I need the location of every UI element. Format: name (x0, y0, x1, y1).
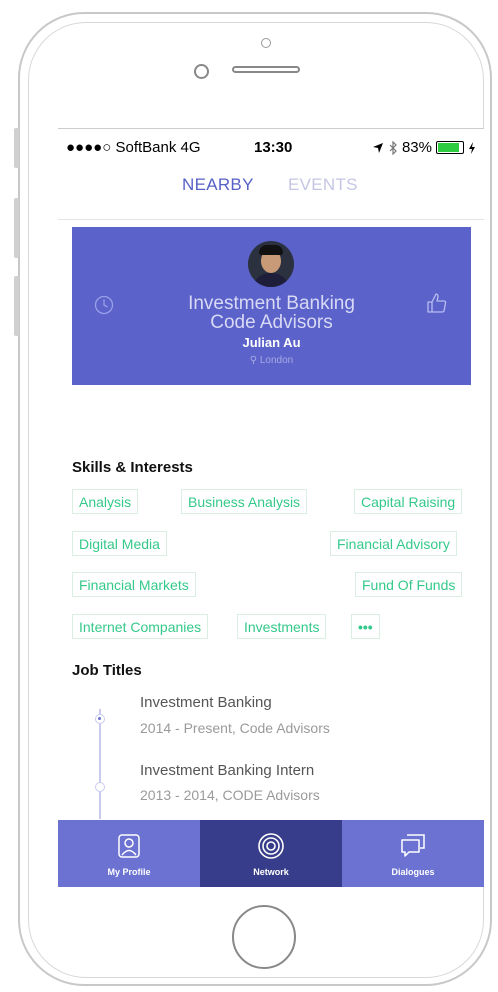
home-button[interactable] (232, 905, 296, 969)
clock-time: 13:30 (254, 139, 293, 156)
dialogues-icon (401, 834, 425, 857)
profile-title-line1: Investment Banking (188, 293, 355, 314)
tab-nearby[interactable]: NEARBY (182, 175, 254, 195)
profile-icon (118, 834, 140, 858)
timeline-dot (95, 782, 105, 792)
battery-icon (436, 141, 464, 154)
carrier-label: ●●●●○ SoftBank 4G (66, 139, 201, 156)
profile-location: ⚲ London (72, 355, 471, 366)
skill-chip[interactable]: Financial Advisory (330, 531, 457, 556)
nav-my-profile[interactable]: My Profile (58, 820, 200, 887)
profile-card[interactable]: Investment Banking Code Advisors Julian … (72, 227, 471, 385)
bluetooth-icon (389, 140, 397, 155)
skill-chip[interactable]: Capital Raising (354, 489, 463, 514)
network-icon (258, 833, 284, 859)
thumbs-up-icon[interactable] (426, 292, 448, 314)
mute-switch (14, 128, 19, 168)
timeline-dot-active (95, 714, 105, 724)
front-camera (194, 64, 209, 79)
nav-dialogues[interactable]: Dialogues (342, 820, 484, 887)
profile-name: Julian Au (242, 335, 301, 350)
avatar (248, 241, 294, 287)
earpiece-speaker (232, 66, 300, 73)
volume-down-button (14, 276, 19, 336)
bottom-nav: My Profile Network Dialogues (58, 820, 484, 887)
location-arrow-icon (372, 142, 383, 153)
timeline-line (99, 709, 101, 819)
top-tabs: NEARBY EVENTS (58, 173, 484, 220)
app-screen: ●●●●○ SoftBank 4G 13:30 83% NEARBY EVENT… (58, 128, 484, 887)
proximity-sensor (261, 38, 271, 48)
skill-chip[interactable]: Analysis (72, 489, 139, 514)
skills-heading: Skills & Interests (72, 459, 193, 476)
skill-chip[interactable]: Business Analysis (181, 489, 308, 514)
job-detail: 2014 - Present, Code Advisors (140, 720, 330, 736)
charging-icon (469, 141, 475, 154)
skill-chip[interactable]: Internet Companies (72, 614, 209, 639)
status-bar: ●●●●○ SoftBank 4G 13:30 83% (58, 129, 484, 165)
skill-chip[interactable]: Financial Markets (72, 572, 196, 597)
job-title: Investment Banking Intern (140, 762, 315, 779)
skill-chip[interactable]: Digital Media (72, 531, 167, 556)
profile-location-text: London (259, 355, 294, 366)
skill-chip[interactable]: Fund Of Funds (355, 572, 463, 597)
job-detail: 2013 - 2014, CODE Advisors (140, 787, 320, 803)
nav-my-profile-label: My Profile (107, 867, 151, 877)
tab-events[interactable]: EVENTS (288, 175, 358, 195)
nav-network[interactable]: Network (200, 820, 342, 887)
battery-percent: 83% (401, 139, 432, 156)
volume-up-button (14, 198, 19, 258)
job-title: Investment Banking (140, 694, 272, 711)
skill-chip[interactable]: Investments (237, 614, 327, 639)
nav-dialogues-label: Dialogues (391, 867, 435, 877)
jobs-heading: Job Titles (72, 662, 142, 679)
more-skills-button[interactable]: ••• (351, 614, 380, 639)
location-pin-icon: ⚲ (249, 355, 258, 366)
profile-title-line2: Code Advisors (210, 312, 333, 333)
nav-network-label: Network (253, 867, 289, 877)
status-right: 83% (372, 139, 476, 156)
